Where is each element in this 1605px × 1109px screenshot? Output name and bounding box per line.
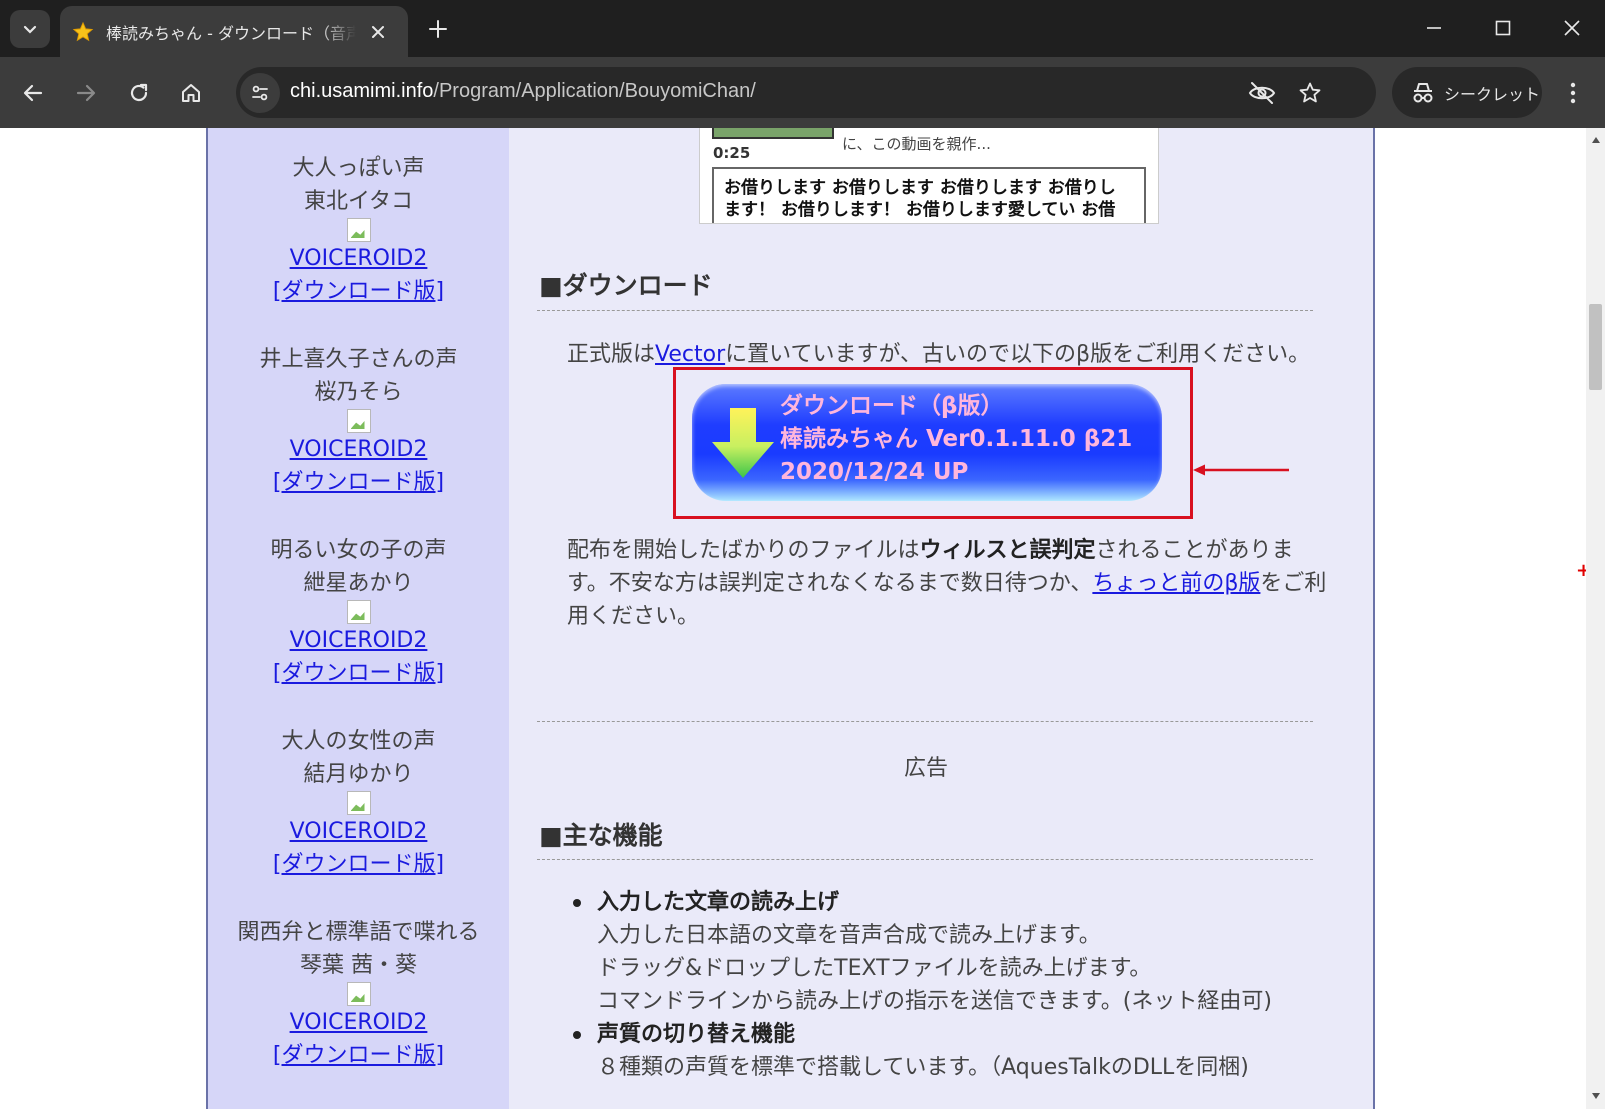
star-favicon-icon bbox=[72, 21, 94, 43]
download-heading: ■ダウンロード bbox=[539, 271, 713, 300]
pointer-arrow-icon bbox=[1193, 464, 1289, 476]
download-arrow-icon bbox=[712, 408, 774, 478]
scroll-down-arrow-icon[interactable] bbox=[1590, 1090, 1601, 1101]
vertical-scrollbar[interactable] bbox=[1586, 128, 1605, 1109]
plus-marker: + bbox=[1576, 560, 1586, 581]
close-tab-icon[interactable] bbox=[366, 20, 390, 44]
video-duration: 0:25 bbox=[713, 144, 751, 162]
tab-active[interactable]: 棒読みちゃん - ダウンロード（音声合成 bbox=[60, 6, 408, 57]
video-thumbnail[interactable] bbox=[712, 128, 834, 139]
divider bbox=[537, 859, 1313, 860]
voiceroid-link[interactable]: VOICEROID2 bbox=[208, 433, 509, 466]
voice-description: 大人っぽい声 bbox=[292, 156, 425, 181]
vector-link[interactable]: Vector bbox=[655, 342, 725, 367]
older-beta-link[interactable]: ちょっと前のβ版 bbox=[1092, 571, 1260, 596]
comment-line: ます！ お借りします！ お借りします愛してい お借 bbox=[724, 200, 1116, 220]
voice-item: 大人の女性の声 結月ゆかり VOICEROID2 [ダウンロード版] bbox=[208, 725, 509, 881]
features-list: 入力した文章の読み上げ 入力した日本語の文章を音声合成で読み上げます。 ドラッグ… bbox=[567, 886, 1357, 1084]
tab-search-button[interactable] bbox=[10, 10, 50, 48]
forward-icon[interactable] bbox=[70, 77, 102, 109]
site-settings-icon[interactable] bbox=[240, 73, 280, 113]
chevron-down-icon bbox=[23, 25, 37, 34]
voice-item: 大人っぽい声 東北イタコ VOICEROID2 [ダウンロード版] bbox=[208, 152, 509, 308]
incognito-label: シークレット bbox=[1444, 84, 1541, 104]
feature-line: 入力した日本語の文章を音声合成で読み上げます。 bbox=[597, 923, 1101, 948]
voice-description: 井上喜久子さんの声 bbox=[259, 347, 458, 372]
maximize-icon[interactable] bbox=[1480, 8, 1526, 48]
page-container: 大人っぽい声 東北イタコ VOICEROID2 [ダウンロード版] 井上喜久子さ… bbox=[206, 128, 1375, 1109]
menu-kebab-icon[interactable] bbox=[1557, 77, 1589, 109]
voice-item: 明るい女の子の声 紲星あかり VOICEROID2 [ダウンロード版] bbox=[208, 534, 509, 690]
voice-description: 明るい女の子の声 bbox=[270, 538, 447, 563]
minimize-icon[interactable] bbox=[1411, 8, 1457, 48]
main-content: 0:25 に、この動画を親作... お借りします お借りします お借りします お… bbox=[509, 128, 1373, 1109]
voice-item: 関西弁と標準語で喋れる 琴葉 茜・葵 VOICEROID2 [ダウンロード版] bbox=[208, 916, 509, 1072]
new-tab-icon[interactable] bbox=[425, 16, 451, 42]
ad-label: 広告 bbox=[904, 756, 949, 781]
voiceroid-link[interactable]: VOICEROID2 bbox=[208, 815, 509, 848]
download-version-link[interactable]: [ダウンロード版] bbox=[208, 1039, 509, 1072]
voice-name: 桜乃そら bbox=[314, 380, 403, 405]
broken-image-icon bbox=[346, 409, 371, 433]
download-button-text: ダウンロード（β版） 棒読みちゃん Ver0.1.11.0 β21 2020/1… bbox=[780, 393, 1133, 485]
voice-description: 関西弁と標準語で喋れる bbox=[237, 920, 480, 945]
voiceroid-link[interactable]: VOICEROID2 bbox=[208, 1006, 509, 1039]
download-version-link[interactable]: [ダウンロード版] bbox=[208, 275, 509, 308]
voiceroid-link[interactable]: VOICEROID2 bbox=[208, 242, 509, 275]
video-description: に、この動画を親作... bbox=[842, 135, 991, 153]
feature-heading: 入力した文章の読み上げ bbox=[567, 886, 1357, 919]
download-note: 配布を開始したばかりのファイルはウィルスと誤判定されることがありま す。不安な方… bbox=[567, 538, 1327, 629]
incognito-button[interactable]: シークレット bbox=[1392, 67, 1542, 118]
download-version-link[interactable]: [ダウンロード版] bbox=[208, 466, 509, 499]
feature-line: ８種類の声質を標準で搭載しています。（AquesTalkのDLLを同梱) bbox=[597, 1055, 1249, 1080]
bookmark-star-icon[interactable] bbox=[1294, 77, 1326, 109]
feature-heading: 声質の切り替え機能 bbox=[567, 1018, 1357, 1051]
close-window-icon[interactable] bbox=[1549, 8, 1595, 48]
eye-off-icon[interactable] bbox=[1246, 77, 1278, 109]
comment-line: お借りします お借りします お借りします お借りし bbox=[724, 178, 1116, 198]
virus-warning: ウィルスと誤判定 bbox=[919, 538, 1096, 563]
features-heading: ■主な機能 bbox=[539, 821, 663, 850]
broken-image-icon bbox=[346, 982, 371, 1006]
voice-item: 井上喜久子さんの声 桜乃そら VOICEROID2 [ダウンロード版] bbox=[208, 343, 509, 499]
scrollbar-thumb[interactable] bbox=[1589, 304, 1602, 390]
voiceroid-link[interactable]: VOICEROID2 bbox=[208, 624, 509, 657]
voice-name: 結月ゆかり bbox=[303, 762, 414, 787]
video-comment-box: お借りします お借りします お借りします お借りし ます！ お借りします！ お借… bbox=[712, 167, 1146, 223]
download-version-link[interactable]: [ダウンロード版] bbox=[208, 848, 509, 881]
reload-icon[interactable] bbox=[123, 77, 155, 109]
tab-title: 棒読みちゃん - ダウンロード（音声合成 bbox=[106, 23, 356, 43]
voice-name: 琴葉 茜・葵 bbox=[300, 953, 417, 978]
feature-line: ドラッグ&ドロップしたTEXTファイルを読み上げます。 bbox=[597, 956, 1152, 981]
url-text: chi.usamimi.info/Program/Application/Bou… bbox=[290, 80, 756, 102]
feature-line: コマンドラインから読み上げの指示を送信できます。(ネット経由可) bbox=[597, 989, 1272, 1014]
broken-image-icon bbox=[346, 218, 371, 242]
divider bbox=[537, 721, 1313, 722]
address-bar[interactable]: chi.usamimi.info/Program/Application/Bou… bbox=[236, 67, 1376, 118]
broken-image-icon bbox=[346, 600, 371, 624]
scroll-up-arrow-icon[interactable] bbox=[1590, 134, 1601, 145]
voice-description: 大人の女性の声 bbox=[281, 729, 436, 754]
voice-name: 紲星あかり bbox=[303, 571, 414, 596]
video-embed[interactable]: 0:25 に、この動画を親作... お借りします お借りします お借りします お… bbox=[699, 128, 1159, 224]
incognito-icon bbox=[1413, 82, 1433, 102]
home-icon[interactable] bbox=[175, 77, 207, 109]
toolbar: chi.usamimi.info/Program/Application/Bou… bbox=[0, 57, 1605, 128]
back-icon[interactable] bbox=[17, 77, 49, 109]
page-viewport: 大人っぽい声 東北イタコ VOICEROID2 [ダウンロード版] 井上喜久子さ… bbox=[0, 128, 1586, 1109]
voice-name: 東北イタコ bbox=[303, 189, 414, 214]
download-version-link[interactable]: [ダウンロード版] bbox=[208, 657, 509, 690]
tab-bar: 棒読みちゃん - ダウンロード（音声合成 bbox=[0, 0, 1605, 57]
divider bbox=[537, 310, 1313, 311]
sidebar: 大人っぽい声 東北イタコ VOICEROID2 [ダウンロード版] 井上喜久子さ… bbox=[208, 128, 509, 1109]
broken-image-icon bbox=[346, 791, 371, 815]
download-beta-button[interactable]: ダウンロード（β版） 棒読みちゃん Ver0.1.11.0 β21 2020/1… bbox=[692, 384, 1162, 501]
